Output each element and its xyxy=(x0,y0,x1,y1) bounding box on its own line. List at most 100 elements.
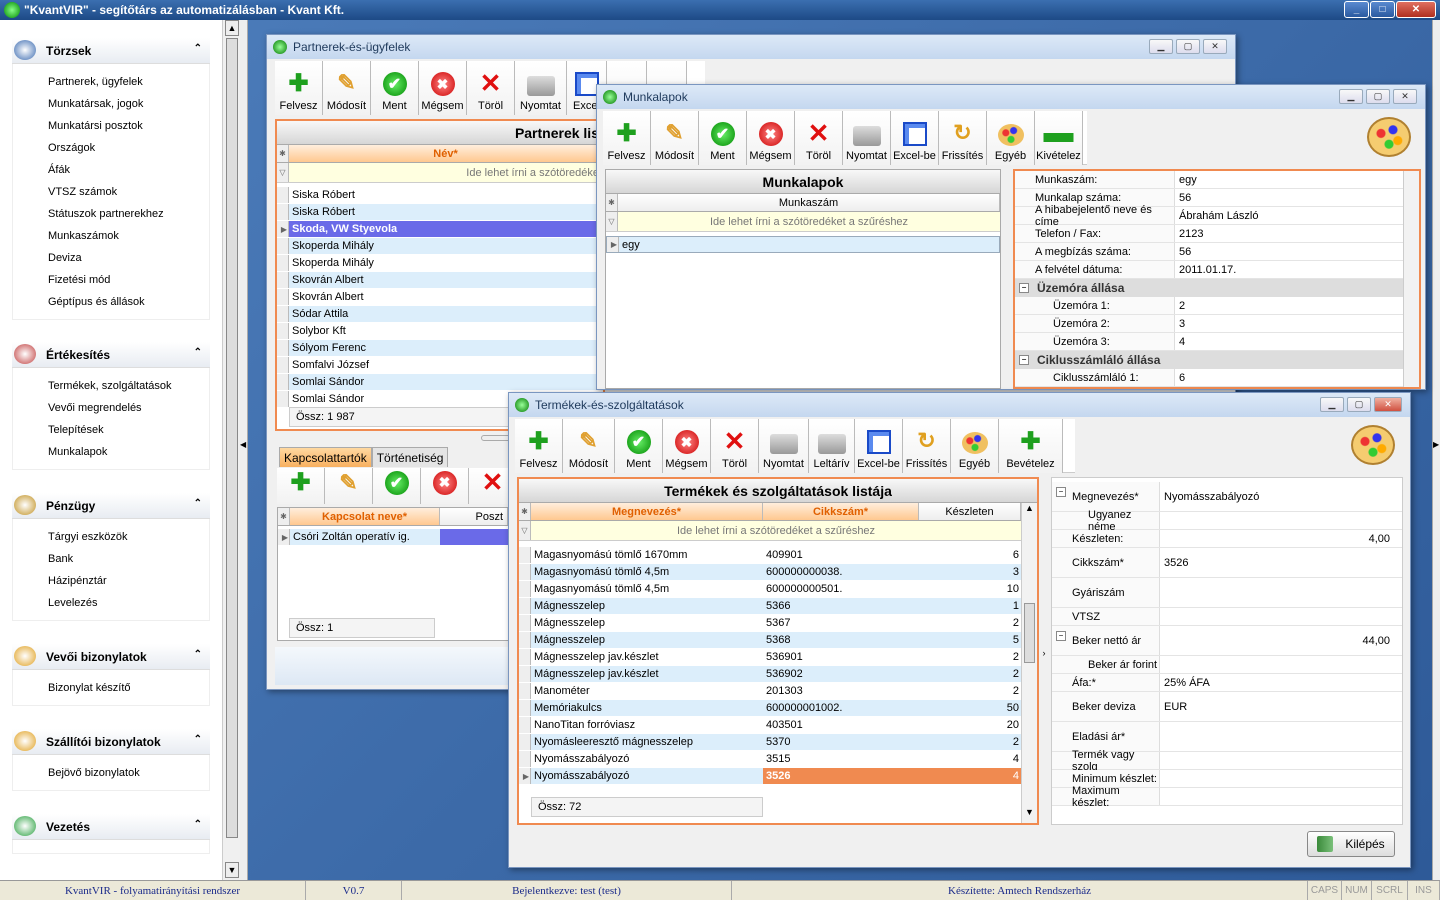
worksheets-felvesz-button[interactable]: ✚ Felvesz xyxy=(603,111,651,165)
contact-post-header[interactable]: Poszt xyxy=(440,508,508,525)
partners-modosit-button[interactable]: ✎ Módosít xyxy=(323,61,371,115)
products-close-button[interactable]: ✕ xyxy=(1374,397,1402,412)
table-row[interactable]: Mágnesszelep 5366 1 xyxy=(519,598,1037,615)
partners-nyomtat-button[interactable]: Nyomtat xyxy=(515,61,567,115)
products-leltariv-button[interactable]: Leltárív xyxy=(809,419,855,473)
scroll-up-icon[interactable]: ▲ xyxy=(225,20,239,36)
table-row[interactable]: Siska Róbert xyxy=(277,187,603,204)
column-name-header[interactable]: Név* xyxy=(289,145,603,162)
partners-megsem-button[interactable]: ✖ Mégsem xyxy=(419,61,467,115)
worksheets-window-titlebar[interactable]: Munkalapok ▁ ▢ ✕ xyxy=(597,85,1425,109)
row-selector[interactable] xyxy=(277,306,289,322)
partners-close-button[interactable]: ✕ xyxy=(1203,39,1227,54)
row-selector[interactable] xyxy=(277,187,289,203)
products-nyomtat-button[interactable]: Nyomtat xyxy=(759,419,809,473)
scroll-down-icon[interactable]: ▼ xyxy=(1022,807,1037,823)
sidebar-item[interactable]: Termékek, szolgáltatások xyxy=(48,380,172,392)
worksheets-modosit-button[interactable]: ✎ Módosít xyxy=(651,111,699,165)
row-selector[interactable] xyxy=(519,683,531,699)
sidebar-item[interactable]: Partnerek, ügyfelek xyxy=(48,76,143,88)
property-row[interactable]: Üzemóra 3: 4 xyxy=(1015,333,1419,351)
exit-button[interactable]: Kilépés xyxy=(1307,831,1395,857)
collapse-chevron-icon[interactable]: ⌃ xyxy=(194,734,202,745)
property-row[interactable]: Áfa:* 25% ÁFA xyxy=(1052,674,1402,692)
products-filter-input[interactable]: Ide lehet írni a szótöredéket a szűréshe… xyxy=(531,521,1021,540)
worksheets-minimize-button[interactable]: ▁ xyxy=(1339,89,1363,104)
table-row[interactable]: Magasnyomású tömlő 4,5m 600000000501. 10 xyxy=(519,581,1037,598)
property-category[interactable]: − Ciklusszámláló állása xyxy=(1015,351,1419,369)
property-value[interactable]: 2 xyxy=(1175,297,1419,314)
products-grid-scrollbar[interactable]: ▲ ▼ xyxy=(1021,503,1037,823)
table-row[interactable]: Magasnyomású tömlő 1670mm 409901 6 xyxy=(519,547,1037,564)
sidebar-section-3[interactable]: Vevői bizonylatok ⌃ xyxy=(12,644,210,670)
collapse-icon[interactable]: − xyxy=(1056,631,1066,641)
sidebar-item[interactable]: Házipénztár xyxy=(48,575,107,587)
row-selector[interactable] xyxy=(277,374,289,390)
sidebar-item[interactable]: Munkatársak, jogok xyxy=(48,98,143,110)
products-ment-button[interactable]: ✔ Ment xyxy=(615,419,663,473)
row-selector[interactable] xyxy=(277,357,289,373)
sidebar-item[interactable]: Bejövő bizonylatok xyxy=(48,767,140,779)
partners-felvesz-button[interactable]: ✚ Felvesz xyxy=(275,61,323,115)
property-row[interactable]: Üzemóra 1: 2 xyxy=(1015,297,1419,315)
property-row[interactable]: VTSZ xyxy=(1052,608,1402,626)
scroll-thumb[interactable] xyxy=(226,38,238,838)
property-row[interactable]: Beker ár forint xyxy=(1052,656,1402,674)
collapse-chevron-icon[interactable]: ⌃ xyxy=(194,819,202,830)
property-value[interactable]: Nyomásszabályozó xyxy=(1160,482,1402,511)
worksheets-close-button[interactable]: ✕ xyxy=(1393,89,1417,104)
products-torol-button[interactable]: ✕ Töröl xyxy=(711,419,759,473)
close-button[interactable]: ✕ xyxy=(1396,1,1436,18)
sidebar-item[interactable]: Munkatársi posztok xyxy=(48,120,143,132)
worksheets-maximize-button[interactable]: ▢ xyxy=(1366,89,1390,104)
expand-right-icon[interactable]: ▶ xyxy=(1433,440,1439,449)
sidebar-item[interactable]: Fizetési mód xyxy=(48,274,110,286)
property-row[interactable]: Ciklusszámláló 1: 6 xyxy=(1015,369,1419,387)
scroll-down-icon[interactable]: ▼ xyxy=(225,862,239,878)
table-row[interactable]: Manométer 201303 2 xyxy=(519,683,1037,700)
sidebar-item[interactable]: Áfák xyxy=(48,164,70,176)
worksheet-row[interactable]: egy xyxy=(619,237,999,252)
worksheets-egyeb-button[interactable]: Egyéb xyxy=(987,111,1035,165)
table-row[interactable]: Skovrán Albert xyxy=(277,289,603,306)
row-selector[interactable] xyxy=(519,632,531,648)
property-value[interactable]: 4 xyxy=(1175,333,1419,350)
sidebar-item[interactable]: Levelezés xyxy=(48,597,98,609)
property-row[interactable]: − Beker nettó ár 44,00 xyxy=(1052,626,1402,656)
scroll-thumb[interactable] xyxy=(1024,603,1035,663)
row-selector[interactable] xyxy=(519,547,531,563)
table-row[interactable]: Solybor Kft xyxy=(277,323,603,340)
row-selector[interactable] xyxy=(519,598,531,614)
collapse-chevron-icon[interactable]: ⌃ xyxy=(194,43,202,54)
row-selector[interactable] xyxy=(519,717,531,733)
table-row[interactable]: Memóriakulcs 600000001002. 50 xyxy=(519,700,1037,717)
row-selector[interactable] xyxy=(277,238,289,254)
sidebar-item[interactable]: Munkalapok xyxy=(48,446,107,458)
row-selector[interactable] xyxy=(277,391,289,407)
table-row[interactable]: Nyomásszabályozó 3515 4 xyxy=(519,751,1037,768)
property-value[interactable]: 2011.01.17. xyxy=(1175,261,1419,278)
partners-minimize-button[interactable]: ▁ xyxy=(1149,39,1173,54)
table-row[interactable]: Nyomásleeresztő mágnesszelep 5370 2 xyxy=(519,734,1037,751)
table-row[interactable]: ▶ Nyomásszabályozó 3526 4 xyxy=(519,768,1037,785)
contacts-cancel-button[interactable]: ✖ xyxy=(421,468,469,504)
partners-torol-button[interactable]: ✕ Töröl xyxy=(467,61,515,115)
property-row[interactable]: Gyáriszám xyxy=(1052,578,1402,608)
property-value[interactable] xyxy=(1160,578,1402,607)
property-value[interactable]: EUR xyxy=(1160,692,1402,721)
minimize-button[interactable]: _ xyxy=(1344,1,1369,18)
property-row[interactable]: Készleten: 4,00 xyxy=(1052,530,1402,548)
property-row[interactable]: Eladási ár* xyxy=(1052,722,1402,752)
partners-filter-input[interactable]: Ide lehet írni a szótöredéke xyxy=(289,163,603,182)
property-value[interactable]: 3 xyxy=(1175,315,1419,332)
tab-kapcsolattartok[interactable]: Kapcsolattartók xyxy=(279,447,372,467)
contact-name-header[interactable]: Kapcsolat neve* xyxy=(290,508,440,525)
scroll-up-icon[interactable]: ▲ xyxy=(1022,503,1037,519)
property-value[interactable]: 44,00 xyxy=(1160,626,1402,655)
worksheets-ment-button[interactable]: ✔ Ment xyxy=(699,111,747,165)
sidebar-item[interactable]: Státuszok partnerekhez xyxy=(48,208,164,220)
property-row[interactable]: − Megnevezés* Nyomásszabályozó xyxy=(1052,482,1402,512)
property-value[interactable] xyxy=(1160,788,1402,805)
worksheets-filter-input[interactable]: Ide lehet írni a szótöredéket a szűréshe… xyxy=(618,212,1000,231)
property-row[interactable]: Cikkszám* 3526 xyxy=(1052,548,1402,578)
